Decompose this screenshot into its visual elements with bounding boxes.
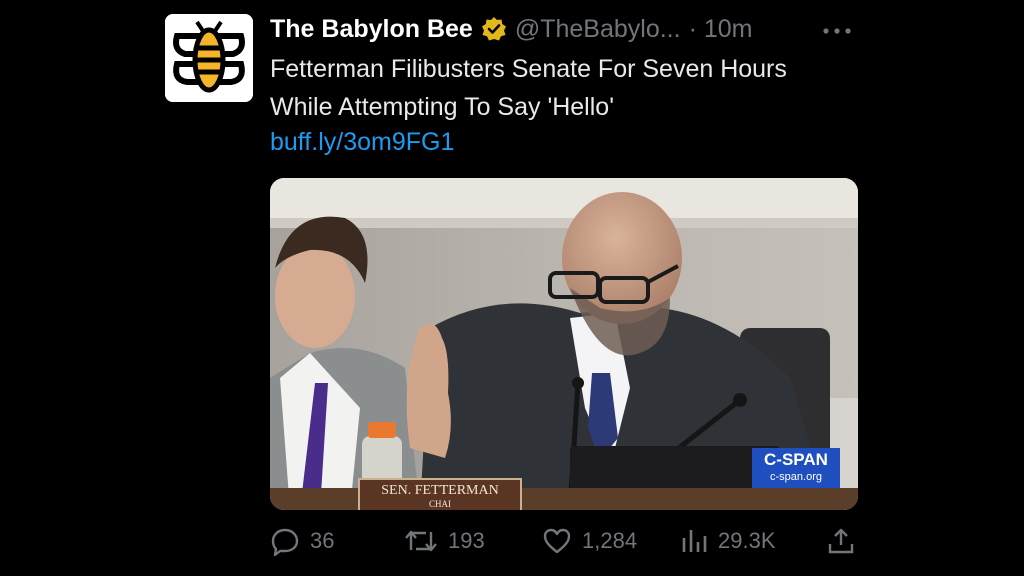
share-icon	[826, 526, 856, 556]
cspan-name: C-SPAN	[764, 450, 828, 469]
verified-badge-icon	[481, 16, 507, 42]
repost-count: 193	[448, 528, 485, 553]
like-button[interactable]: 1,284	[542, 526, 637, 556]
views-count: 29.3K	[718, 528, 776, 553]
repost-icon	[404, 526, 438, 556]
account-handle[interactable]: @TheBabylo...	[515, 15, 681, 44]
tweet-header: The Babylon Bee @TheBabylo... · 10m	[270, 12, 752, 46]
reply-count: 36	[310, 528, 335, 553]
tweet[interactable]: The Babylon Bee @TheBabylo... · 10m Fett…	[0, 0, 1024, 576]
tweet-media-image[interactable]: SEN. FETTERMAN CHAI C-SPAN c-span.org	[270, 178, 858, 510]
nameplate-sub: CHAI	[429, 499, 451, 509]
more-icon[interactable]	[822, 12, 852, 43]
like-count: 1,284	[582, 528, 638, 553]
views-button[interactable]: 29.3K	[680, 526, 776, 556]
nameplate-name: SEN. FETTERMAN	[381, 483, 499, 498]
tweet-text: Fetterman Filibusters Senate For Seven H…	[270, 55, 787, 121]
like-icon	[542, 526, 572, 556]
account-name[interactable]: The Babylon Bee	[270, 15, 473, 44]
views-icon	[680, 526, 708, 556]
repost-button[interactable]: 193	[404, 526, 485, 556]
tweet-link[interactable]: buff.ly/3om9FG1	[270, 128, 454, 157]
babylon-bee-logo	[165, 14, 253, 102]
cspan-logo: C-SPAN c-span.org	[752, 448, 840, 488]
avatar[interactable]	[165, 14, 253, 102]
reply-icon	[270, 526, 300, 556]
tweet-timestamp[interactable]: · 10m	[689, 15, 753, 44]
share-button[interactable]	[826, 526, 856, 556]
nameplate: SEN. FETTERMAN CHAI	[358, 478, 522, 510]
tweet-actions: 36 193 1,284 29.3K	[270, 526, 858, 562]
cspan-url: c-span.org	[770, 471, 822, 483]
reply-button[interactable]: 36	[270, 526, 334, 556]
